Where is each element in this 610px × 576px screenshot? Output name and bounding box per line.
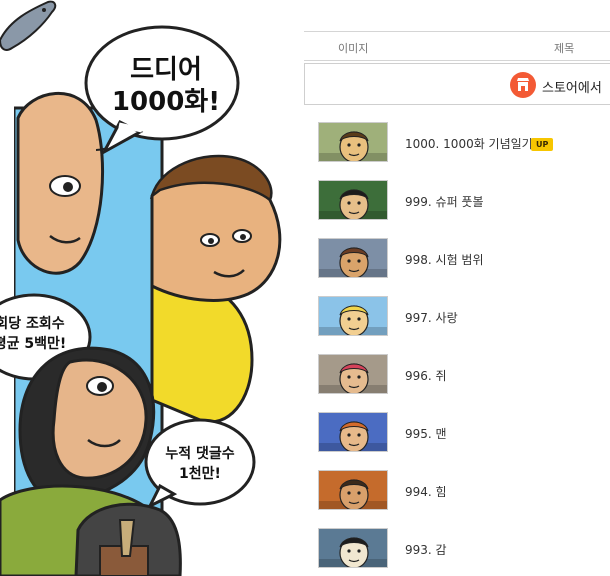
header-image-label: 이미지 <box>338 42 369 55</box>
episode-title[interactable]: 997. 사랑 <box>405 309 458 326</box>
episode-row[interactable]: 998. 시험 범위 <box>304 238 610 296</box>
episode-thumbnail[interactable] <box>318 354 388 394</box>
episode-row[interactable]: 995. 맨 <box>304 412 610 470</box>
list-header: 이미지 제목 <box>304 31 610 61</box>
episode-row[interactable]: 994. 힘 <box>304 470 610 528</box>
character-dark <box>74 502 182 576</box>
episode-thumbnail[interactable] <box>318 180 388 220</box>
bubble-views-line2: 평균 5백만! <box>0 335 66 352</box>
character-curly <box>149 154 282 424</box>
anniversary-banner[interactable]: 드디어 1000화! 회당 조회수 평균 5백만! 누적 댓글수 1천만! <box>0 0 290 576</box>
episode-title[interactable]: 996. 쥐 <box>405 367 447 384</box>
store-label: 스토어에서 <box>542 81 602 96</box>
episode-thumbnail[interactable] <box>318 296 388 336</box>
episode-thumbnail[interactable] <box>318 238 388 278</box>
store-icon <box>510 72 536 98</box>
store-link-button[interactable]: 스토어에서 <box>304 63 610 105</box>
episode-title[interactable]: 998. 시험 범위 <box>405 251 484 268</box>
speech-bubble-comments <box>144 418 256 510</box>
episode-title[interactable]: 1000. 1000화 기념일기 <box>405 135 533 152</box>
bubble-views-line1: 회당 조회수 <box>0 315 65 332</box>
header-title-label: 제목 <box>554 42 575 55</box>
episode-title[interactable]: 999. 슈퍼 풋볼 <box>405 193 484 210</box>
episode-row[interactable]: 996. 쥐 <box>304 354 610 412</box>
episode-title[interactable]: 995. 맨 <box>405 425 447 442</box>
bubble-main-line2: 1000화! <box>112 87 220 117</box>
bubble-main-line1: 드디어 <box>130 55 202 85</box>
up-badge: UP <box>531 138 554 151</box>
banner-illustration: 드디어 1000화! 회당 조회수 평균 5백만! 누적 댓글수 1천만! <box>0 0 282 576</box>
episode-thumbnail[interactable] <box>318 528 388 568</box>
episode-title[interactable]: 994. 힘 <box>405 483 447 500</box>
episode-title[interactable]: 993. 감 <box>405 541 447 558</box>
episode-row[interactable]: 999. 슈퍼 풋볼 <box>304 180 610 238</box>
episode-thumbnail[interactable] <box>318 122 388 162</box>
episode-row[interactable]: 993. 감 <box>304 528 610 576</box>
bubble-comments-line2: 1천만! <box>179 466 221 482</box>
bubble-comments-line1: 누적 댓글수 <box>165 445 234 462</box>
episode-thumbnail[interactable] <box>318 470 388 510</box>
episode-thumbnail[interactable] <box>318 412 388 452</box>
episode-row[interactable]: 997. 사랑 <box>304 296 610 354</box>
episode-row[interactable]: 1000. 1000화 기념일기 UP <box>304 122 610 180</box>
episode-list: 이미지 제목 스토어에서 1000. 1000화 기념일기 UP 999. 슈퍼 풋… <box>304 0 610 576</box>
